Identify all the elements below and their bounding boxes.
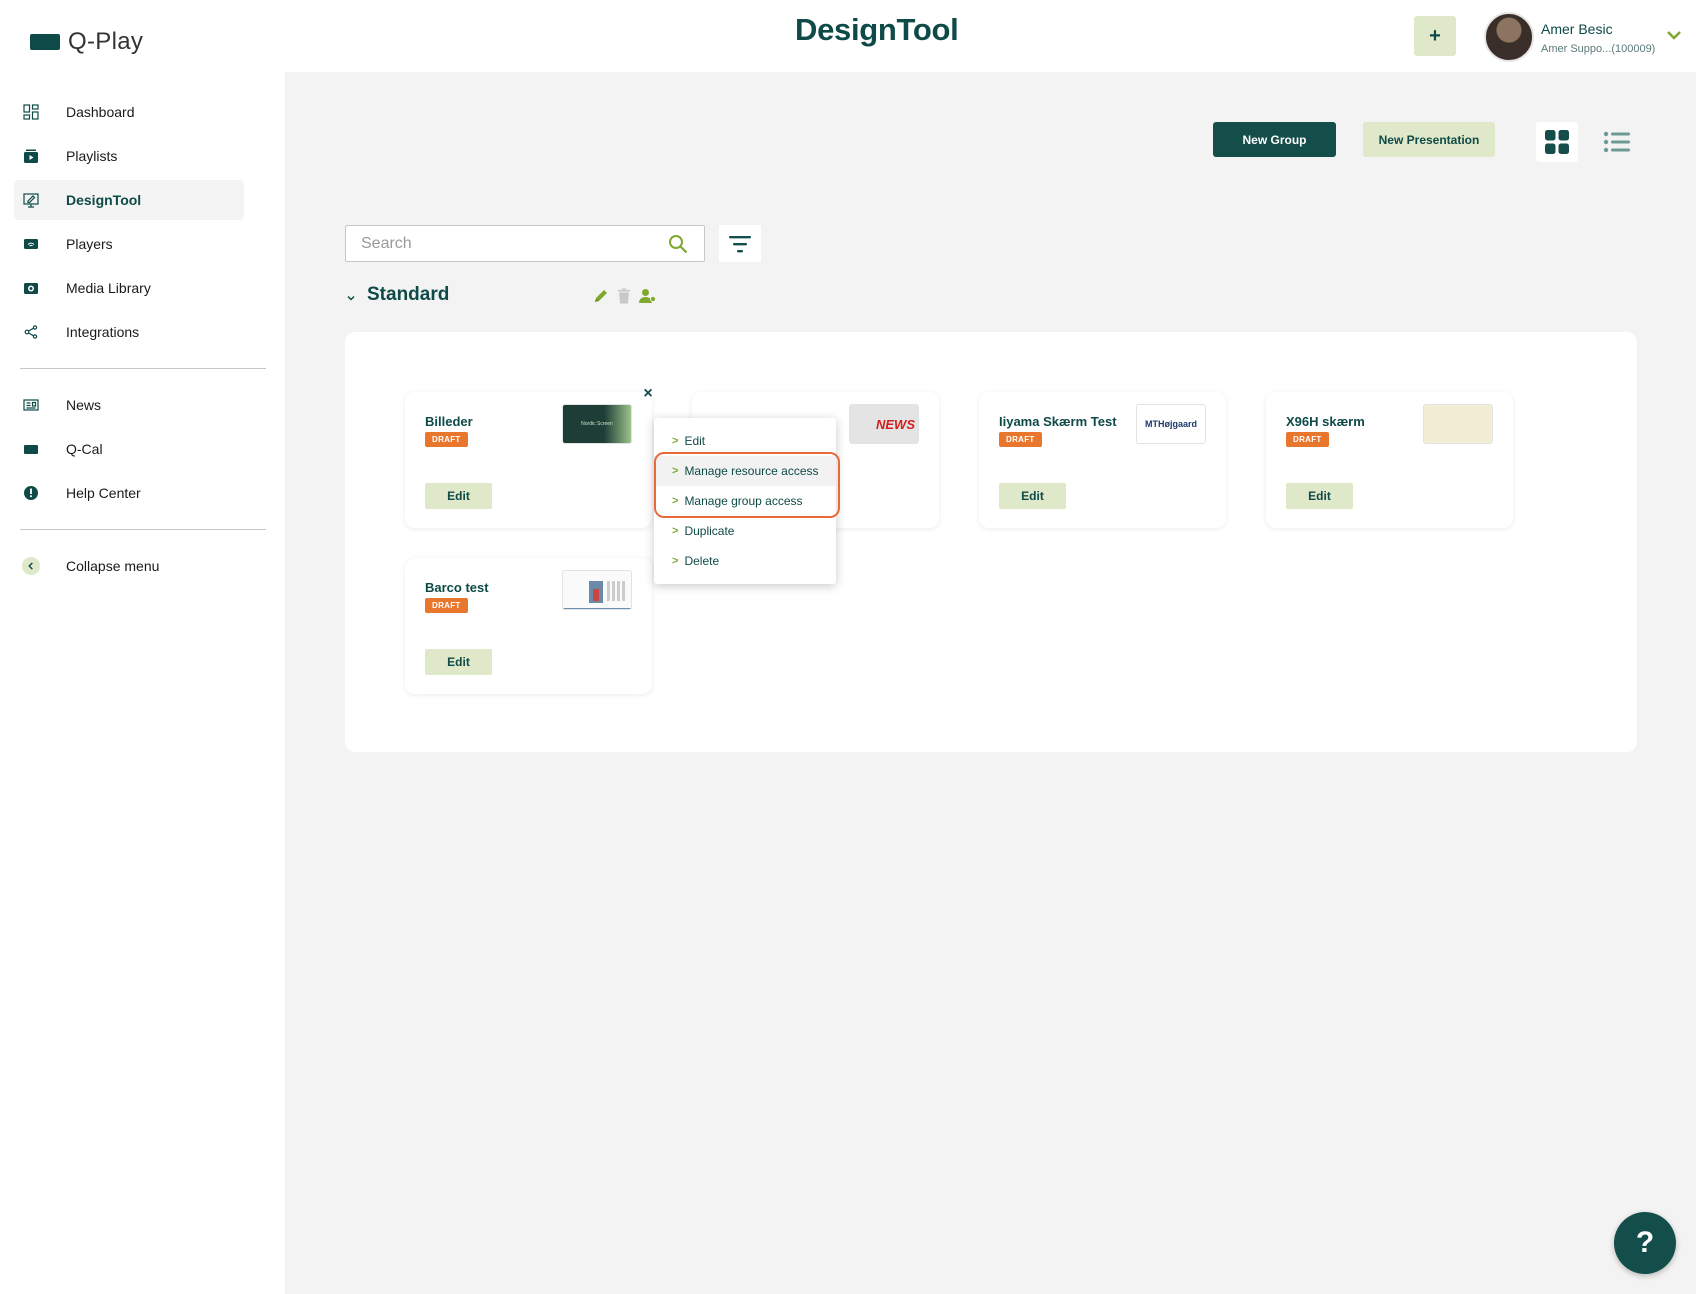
sidebar-item-qcal[interactable]: Q-Cal xyxy=(14,429,266,469)
sidebar-item-integrations[interactable]: Integrations xyxy=(14,312,266,352)
sidebar-divider xyxy=(20,368,266,369)
logo-text: Q-Play xyxy=(68,28,144,55)
menu-item-edit[interactable]: > Edit xyxy=(654,426,836,456)
sidebar-divider xyxy=(20,529,266,530)
filter-button[interactable] xyxy=(719,225,761,262)
thumbnail-text: NEWS xyxy=(876,416,915,432)
presentation-card[interactable]: X96H skærm DRAFT Edit xyxy=(1266,392,1513,528)
collapse-menu-label: Collapse menu xyxy=(66,558,160,574)
add-button[interactable]: + xyxy=(1414,16,1456,56)
sidebar-item-label: Dashboard xyxy=(66,104,135,120)
card-thumbnail[interactable] xyxy=(562,570,632,610)
card-title: Billeder xyxy=(425,414,473,429)
card-thumbnail[interactable] xyxy=(1423,404,1493,444)
chevron-right-icon: > xyxy=(672,555,679,567)
edit-button[interactable]: Edit xyxy=(1286,483,1353,509)
thumbnail-text: MTHøjgaard xyxy=(1144,419,1197,429)
status-badge: DRAFT xyxy=(425,598,468,613)
sidebar-item-label: Media Library xyxy=(66,280,151,296)
sidebar: Q-Play Dashboard Playlists DesignTool Pl… xyxy=(0,0,285,1294)
sidebar-item-help-center[interactable]: Help Center xyxy=(14,473,266,513)
players-icon xyxy=(22,235,40,253)
page-title: DesignTool xyxy=(795,12,959,47)
thumbnail-text: Nordic Screen xyxy=(581,421,613,427)
sidebar-item-players[interactable]: Players xyxy=(14,224,266,264)
presentation-panel: Billeder DRAFT Nordic Screen Edit NEWS I… xyxy=(345,332,1637,752)
trash-icon[interactable] xyxy=(617,288,631,304)
context-menu: > Edit > Manage resource access > Manage gr… xyxy=(654,418,836,584)
sidebar-item-label: News xyxy=(66,397,102,413)
presentation-card[interactable]: Iiyama Skærm Test DRAFT MTHøjgaard Edit xyxy=(979,392,1226,528)
logo-icon xyxy=(30,34,60,50)
thumbnail-image xyxy=(563,581,631,609)
search-icon[interactable] xyxy=(668,234,688,254)
sidebar-item-playlists[interactable]: Playlists xyxy=(14,136,266,176)
menu-item-manage-group-access[interactable]: > Manage group access xyxy=(654,486,836,516)
chevron-left-icon xyxy=(22,557,40,575)
menu-item-delete[interactable]: > Delete xyxy=(654,546,836,576)
search-input[interactable] xyxy=(346,226,646,261)
status-badge: DRAFT xyxy=(425,432,468,447)
status-badge: DRAFT xyxy=(999,432,1042,447)
status-badge: DRAFT xyxy=(1286,432,1329,447)
grid-view-icon xyxy=(1545,130,1569,154)
close-icon[interactable]: × xyxy=(641,386,655,402)
sidebar-item-dashboard[interactable]: Dashboard xyxy=(14,92,266,132)
main-content: New Group New Presentation Standard Bill… xyxy=(285,72,1696,1294)
edit-button[interactable]: Edit xyxy=(425,483,492,509)
menu-item-duplicate[interactable]: > Duplicate xyxy=(654,516,836,546)
news-icon xyxy=(22,396,40,414)
logo[interactable]: Q-Play xyxy=(30,28,143,56)
search-box xyxy=(345,225,705,262)
chevron-right-icon: > xyxy=(672,465,679,477)
dashboard-icon xyxy=(22,103,40,121)
card-thumbnail[interactable]: MTHøjgaard xyxy=(1136,404,1206,444)
chevron-down-icon[interactable] xyxy=(1666,28,1682,42)
sidebar-item-media-library[interactable]: Media Library xyxy=(14,268,266,308)
avatar[interactable] xyxy=(1484,12,1534,62)
sidebar-item-label: Integrations xyxy=(66,324,140,340)
playlists-icon xyxy=(22,147,40,165)
card-title: Barco test xyxy=(425,580,489,595)
sidebar-item-label: Help Center xyxy=(66,485,141,501)
sidebar-item-label: Q-Cal xyxy=(66,441,103,457)
designtool-icon xyxy=(22,191,40,209)
integrations-icon xyxy=(22,323,40,341)
help-center-icon xyxy=(22,484,40,502)
card-thumbnail[interactable]: Nordic Screen xyxy=(562,404,632,444)
grid-view-button[interactable] xyxy=(1536,122,1578,162)
collapse-menu-button[interactable]: Collapse menu xyxy=(14,546,266,586)
list-view-icon xyxy=(1603,131,1630,153)
sidebar-item-news[interactable]: News xyxy=(14,385,266,425)
edit-button[interactable]: Edit xyxy=(425,649,492,675)
manage-users-icon[interactable] xyxy=(639,288,657,304)
card-title: Iiyama Skærm Test xyxy=(999,414,1117,429)
qcal-icon xyxy=(22,440,40,458)
sidebar-item-label: Players xyxy=(66,236,113,252)
new-presentation-button[interactable]: New Presentation xyxy=(1363,122,1495,157)
chevron-right-icon: > xyxy=(672,435,679,447)
sidebar-item-label: Playlists xyxy=(66,148,118,164)
sidebar-item-label: DesignTool xyxy=(66,192,142,208)
card-title: X96H skærm xyxy=(1286,414,1365,429)
group-title: Standard xyxy=(367,284,450,305)
user-name[interactable]: Amer Besic xyxy=(1541,21,1613,37)
edit-button[interactable]: Edit xyxy=(999,483,1066,509)
chevron-right-icon: > xyxy=(672,495,679,507)
sidebar-item-designtool[interactable]: DesignTool xyxy=(14,180,244,220)
list-view-button[interactable] xyxy=(1596,122,1638,162)
filter-icon xyxy=(729,235,751,252)
user-subtitle: Amer Suppo...(100009) xyxy=(1541,43,1656,55)
presentation-card[interactable]: Barco test DRAFT Edit xyxy=(405,558,652,694)
sidebar-nav: Dashboard Playlists DesignTool Players M… xyxy=(14,92,266,590)
chevron-right-icon: > xyxy=(672,525,679,537)
media-library-icon xyxy=(22,279,40,297)
card-thumbnail[interactable]: NEWS xyxy=(849,404,919,444)
menu-item-manage-resource-access[interactable]: > Manage resource access xyxy=(654,456,836,486)
chevron-down-icon[interactable] xyxy=(345,292,357,304)
presentation-card[interactable]: Billeder DRAFT Nordic Screen Edit xyxy=(405,392,652,528)
help-button[interactable]: ? xyxy=(1614,1212,1676,1274)
pencil-icon[interactable] xyxy=(593,288,609,304)
new-group-button[interactable]: New Group xyxy=(1213,122,1336,157)
